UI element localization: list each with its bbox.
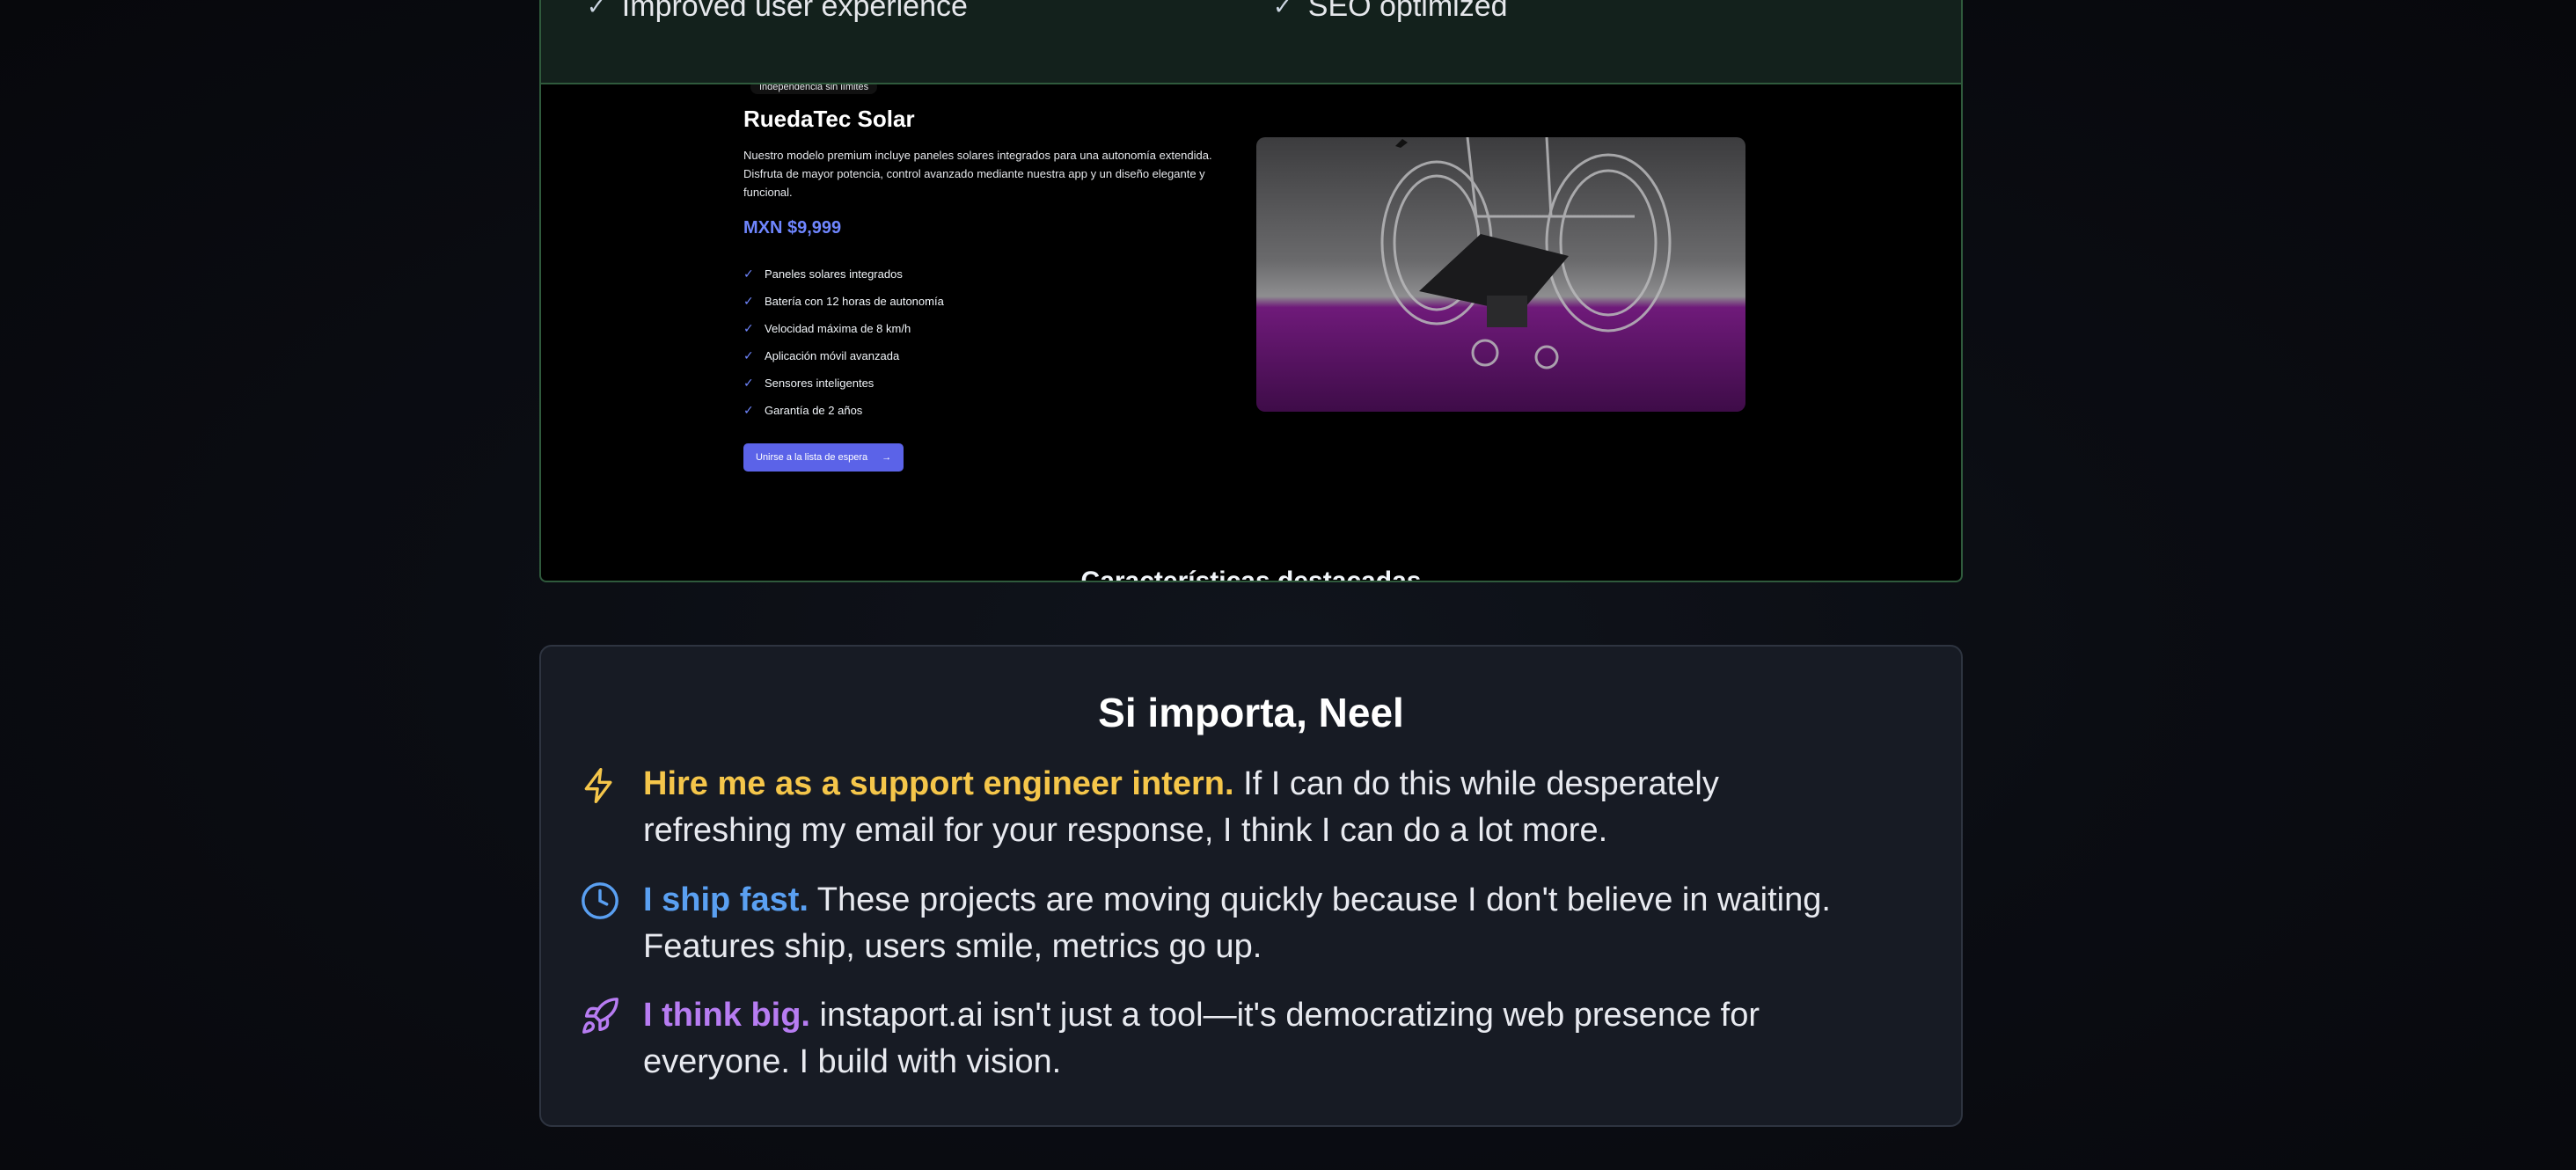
pitch-text: I think big. instaport.ai isn't just a t… xyxy=(643,992,1873,1086)
pitch-highlight: I think big. xyxy=(643,997,810,1034)
product-description: Nuestro modelo premium incluye paneles s… xyxy=(743,149,1212,199)
check-icon: ✓ xyxy=(743,321,754,335)
feature-label: Improved user experience xyxy=(621,0,968,23)
product-price: MXN $9,999 xyxy=(743,218,842,238)
product-title: RuedaTec Solar xyxy=(743,106,915,132)
waitlist-button[interactable]: Unirse a la lista de espera → xyxy=(743,443,904,472)
arrow-right-icon: → xyxy=(882,452,892,463)
check-icon: ✓ xyxy=(743,267,754,281)
pitch-text: Hire me as a support engineer intern. If… xyxy=(643,761,1873,854)
product-feature-list: ✓ Paneles solares integrados ✓ Batería con… xyxy=(743,260,944,424)
site-preview[interactable]: Independencia sin límites RuedaTec Solar… xyxy=(539,84,1963,582)
card-title: Si importa, Neel xyxy=(1098,690,1404,735)
list-item: ✓ Aplicación móvil avanzada xyxy=(743,348,900,362)
list-item: ✓ Batería con 12 horas de autonomía xyxy=(743,294,944,308)
check-icon: ✓ xyxy=(743,294,754,308)
pitch-point: Hire me as a support engineer intern. If… xyxy=(580,761,1873,854)
feature-item: ✓ Improved user experience xyxy=(587,0,968,24)
check-icon: ✓ xyxy=(743,376,754,390)
pitch-point: I ship fast. These projects are moving q… xyxy=(580,877,1873,970)
next-section-title: Características destacadas xyxy=(1080,567,1422,582)
features-card: ✓ Improved user experience ✓ SEO optimiz… xyxy=(539,0,1963,84)
check-icon: ✓ xyxy=(743,348,754,362)
lightning-icon xyxy=(580,761,643,854)
preview-eyebrow: Independencia sin límites xyxy=(750,84,878,94)
feature-item: ✓ SEO optimized xyxy=(1273,0,1508,24)
pitch-body: instaport.ai isn't just a tool—it's demo… xyxy=(643,997,1760,1080)
product-image xyxy=(1256,137,1745,412)
feature-label: SEO optimized xyxy=(1307,0,1508,23)
pitch-highlight: I ship fast. xyxy=(643,881,809,918)
check-icon: ✓ xyxy=(1273,0,1292,19)
list-item: ✓ Garantía de 2 años xyxy=(743,403,863,417)
pitch-highlight: Hire me as a support engineer intern. xyxy=(643,765,1234,802)
check-icon: ✓ xyxy=(587,0,606,19)
pitch-card: Si importa, Neel Hire me as a support en… xyxy=(539,645,1963,1127)
check-icon: ✓ xyxy=(743,403,754,417)
list-item: ✓ Velocidad máxima de 8 km/h xyxy=(743,321,911,335)
list-item: ✓ Paneles solares integrados xyxy=(743,267,903,281)
clock-icon xyxy=(580,877,643,970)
pitch-text: I ship fast. These projects are moving q… xyxy=(643,877,1873,970)
rocket-icon xyxy=(580,992,643,1086)
list-item: ✓ Sensores inteligentes xyxy=(743,376,875,390)
pitch-point: I think big. instaport.ai isn't just a t… xyxy=(580,992,1873,1086)
waitlist-button-label: Unirse a la lista de espera xyxy=(756,452,868,463)
wheelchair-illustration xyxy=(1380,137,1672,369)
pitch-body: These projects are moving quickly becaus… xyxy=(643,881,1831,965)
